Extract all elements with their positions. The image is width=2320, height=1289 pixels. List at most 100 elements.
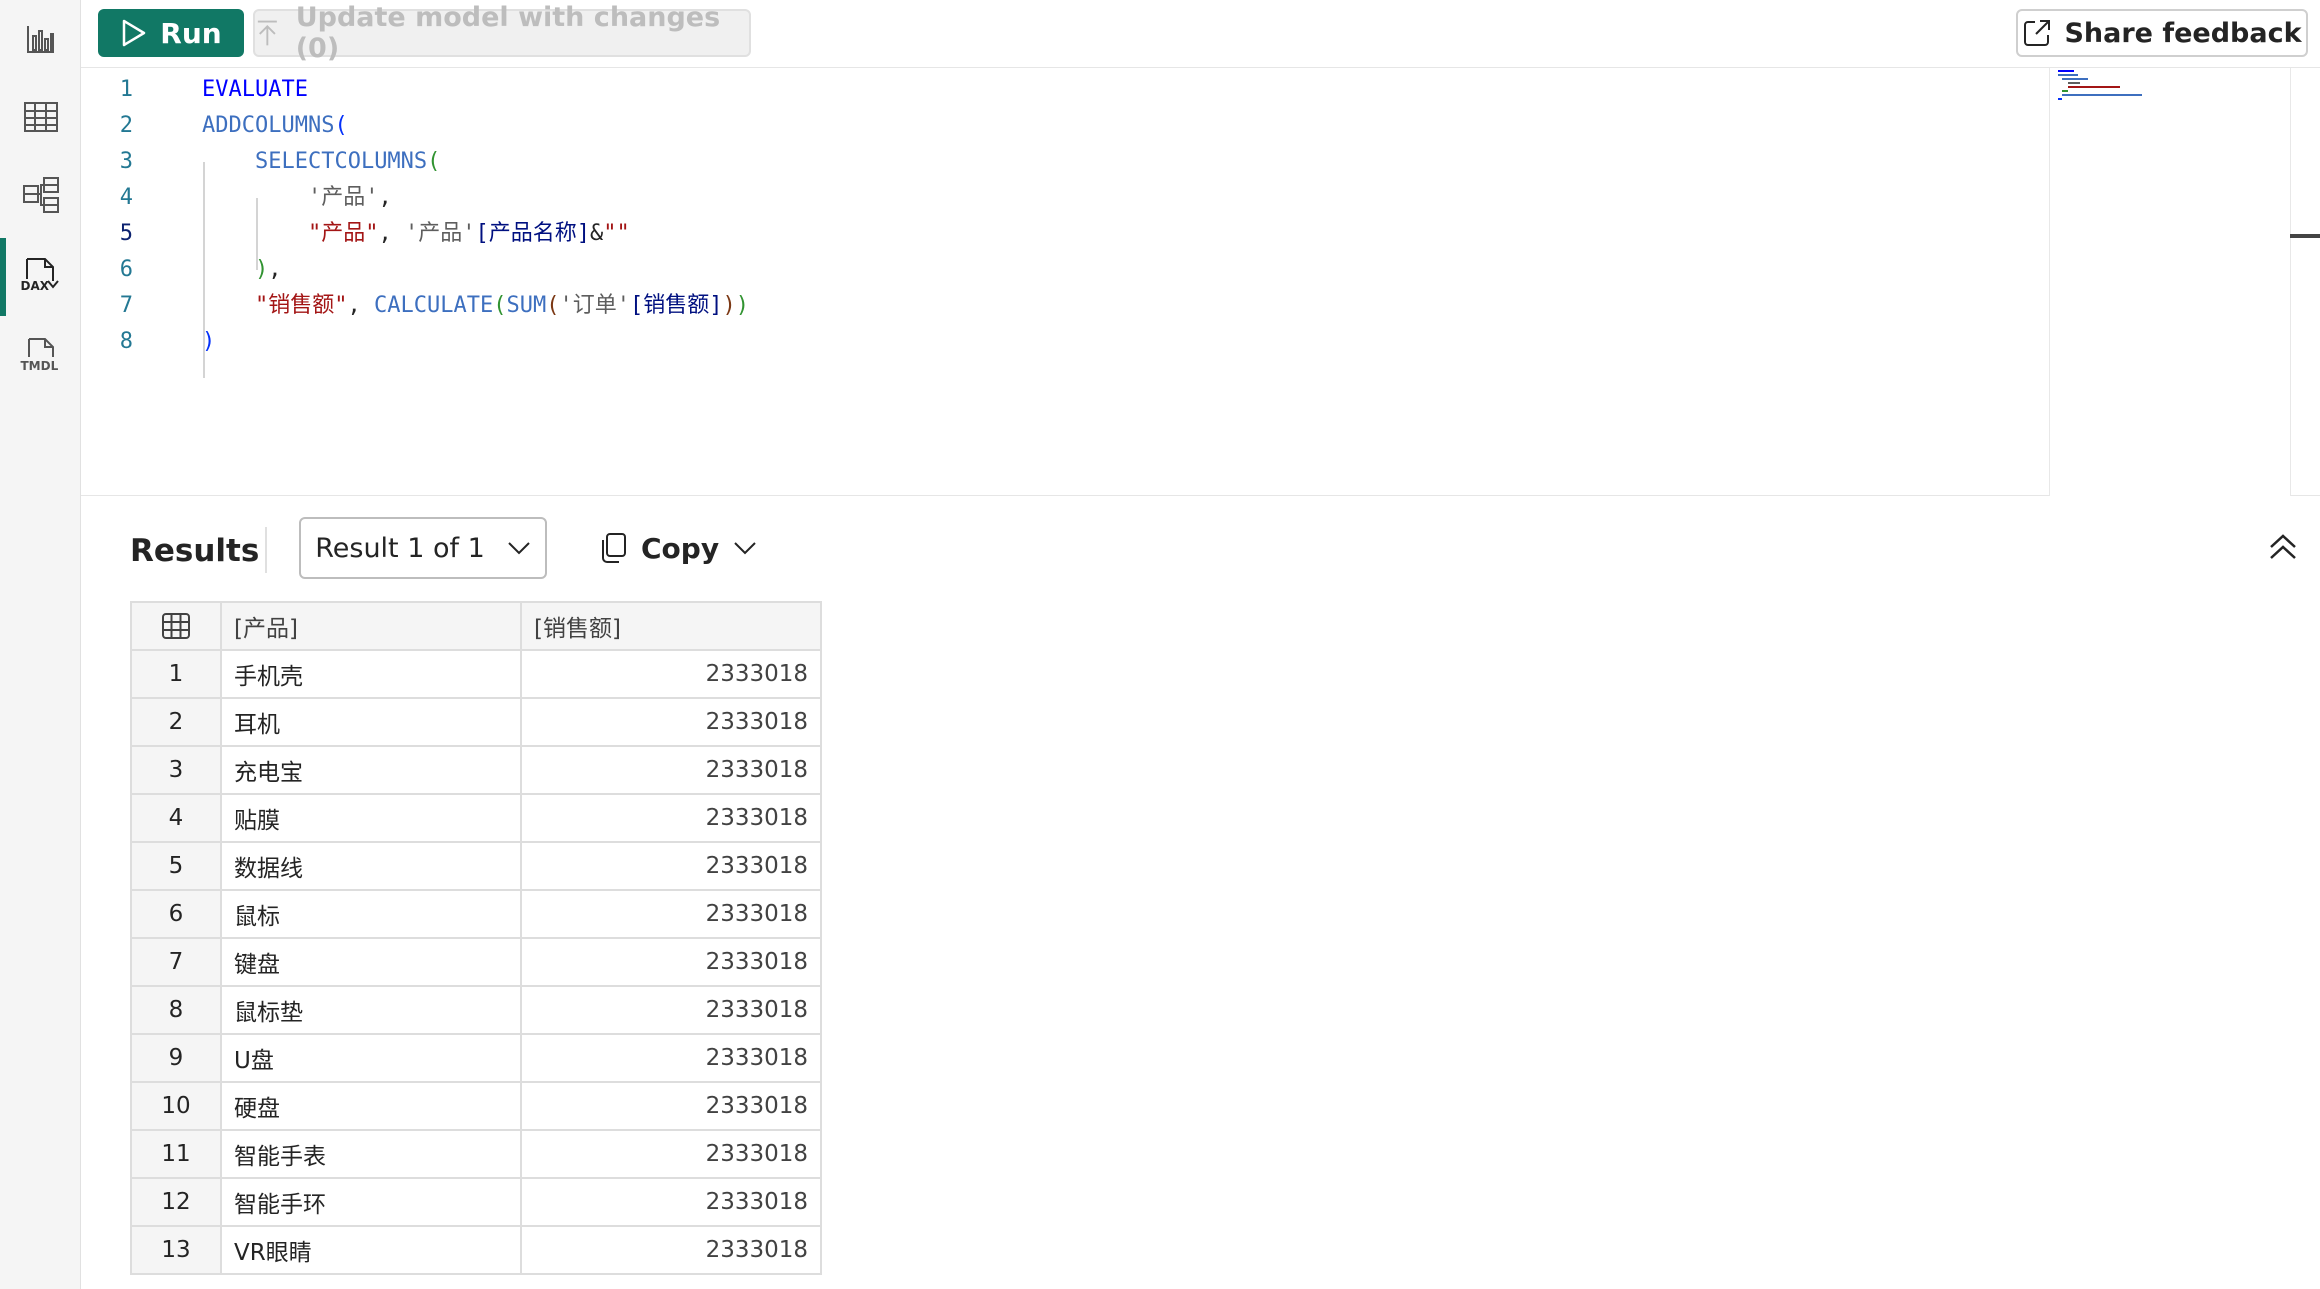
sales-cell[interactable]: 2333018: [520, 1225, 822, 1275]
column-header-sales[interactable]: [销售额]: [520, 601, 822, 651]
code-line[interactable]: 8): [81, 324, 1981, 360]
scroll-position-marker: [2290, 234, 2320, 238]
table-row: 4 贴膜 2333018: [130, 793, 822, 843]
code-token: "": [603, 221, 630, 246]
row-number-cell[interactable]: 4: [130, 793, 222, 843]
row-number-cell[interactable]: 5: [130, 841, 222, 891]
row-number-cell[interactable]: 10: [130, 1081, 222, 1131]
minimap-line: [2062, 90, 2068, 92]
results-pane: Results Result 1 of 1 Copy [产品] [销售额] 1 …: [81, 497, 2320, 1289]
code-line[interactable]: 6 ),: [81, 252, 1981, 288]
sales-cell[interactable]: 2333018: [520, 1129, 822, 1179]
code-line[interactable]: 4 '产品',: [81, 180, 1981, 216]
table-row: 6 鼠标 2333018: [130, 889, 822, 939]
report-view-icon: [26, 26, 54, 53]
code-token: EVALUATE: [202, 77, 308, 102]
code-line[interactable]: 7 "销售额", CALCULATE(SUM('订单'[销售额])): [81, 288, 1981, 324]
table-row: 2 耳机 2333018: [130, 697, 822, 747]
product-cell[interactable]: 鼠标垫: [220, 985, 522, 1035]
product-cell[interactable]: 硬盘: [220, 1081, 522, 1131]
table-row: 10 硬盘 2333018: [130, 1081, 822, 1131]
sales-cell[interactable]: 2333018: [520, 793, 822, 843]
sales-cell[interactable]: 2333018: [520, 937, 822, 987]
minimap-line: [2062, 78, 2088, 80]
sales-cell[interactable]: 2333018: [520, 889, 822, 939]
code-token: ADDCOLUMNS: [202, 113, 335, 138]
row-number-cell[interactable]: 11: [130, 1129, 222, 1179]
row-number-cell[interactable]: 1: [130, 649, 222, 699]
row-number-cell[interactable]: 13: [130, 1225, 222, 1275]
table-row: 12 智能手环 2333018: [130, 1177, 822, 1227]
dax-code-editor[interactable]: 1 EVALUATE 2 ADDCOLUMNS(3 SELECTCOLUMNS(4 '…: [81, 68, 2320, 496]
code-text: SELECTCOLUMNS(: [202, 144, 440, 180]
product-cell[interactable]: 鼠标: [220, 889, 522, 939]
select-all-cell[interactable]: [130, 601, 222, 651]
code-line[interactable]: 5 "产品", '产品'[产品名称]&"": [81, 216, 1981, 252]
sales-cell[interactable]: 2333018: [520, 745, 822, 795]
row-number-cell[interactable]: 9: [130, 1033, 222, 1083]
row-number-cell[interactable]: 6: [130, 889, 222, 939]
indent-guide: [256, 198, 258, 270]
table-row: 7 键盘 2333018: [130, 937, 822, 987]
tmdl-label: TMDL: [20, 359, 59, 373]
line-number: 7: [119, 293, 133, 318]
external-share-icon: [2024, 20, 2051, 46]
upload-arrow-icon: [257, 20, 277, 46]
code-token: [产品名称]: [475, 221, 590, 246]
result-selector-dropdown[interactable]: Result 1 of 1: [299, 517, 547, 579]
tmdl-view-button[interactable]: TMDL: [0, 318, 81, 396]
report-view-button[interactable]: [0, 0, 81, 78]
minimap-line: [2058, 74, 2078, 76]
copy-button[interactable]: Copy: [599, 525, 757, 571]
column-header-product[interactable]: [产品]: [220, 601, 522, 651]
code-line[interactable]: 1 EVALUATE: [81, 72, 1981, 108]
minimap-line: [2068, 86, 2120, 88]
code-token: "产品": [307, 221, 379, 246]
row-number-cell[interactable]: 12: [130, 1177, 222, 1227]
product-cell[interactable]: 充电宝: [220, 745, 522, 795]
code-line[interactable]: 2 ADDCOLUMNS(: [81, 108, 1981, 144]
minimap[interactable]: [2049, 68, 2291, 496]
code-line[interactable]: 3 SELECTCOLUMNS(: [81, 144, 1981, 180]
copy-label: Copy: [641, 531, 720, 565]
code-token: ,: [378, 221, 405, 246]
sales-cell[interactable]: 2333018: [520, 1033, 822, 1083]
model-view-button[interactable]: [0, 156, 81, 234]
product-cell[interactable]: U盘: [220, 1033, 522, 1083]
table-row: 11 智能手表 2333018: [130, 1129, 822, 1179]
product-cell[interactable]: 贴膜: [220, 793, 522, 843]
product-cell[interactable]: 数据线: [220, 841, 522, 891]
row-number-cell[interactable]: 3: [130, 745, 222, 795]
line-number: 4: [119, 185, 133, 210]
product-cell[interactable]: 耳机: [220, 697, 522, 747]
sales-cell[interactable]: 2333018: [520, 697, 822, 747]
row-number-cell[interactable]: 8: [130, 985, 222, 1035]
update-model-button[interactable]: Update model with changes (0): [253, 2, 751, 64]
sales-cell[interactable]: 2333018: [520, 1177, 822, 1227]
code-token: (: [546, 293, 560, 318]
row-number-cell[interactable]: 2: [130, 697, 222, 747]
share-feedback-label: Share feedback: [2064, 17, 2302, 49]
results-title: Results: [130, 533, 260, 569]
sales-cell[interactable]: 2333018: [520, 1081, 822, 1131]
product-cell[interactable]: 智能手环: [220, 1177, 522, 1227]
table-view-button[interactable]: [0, 78, 81, 156]
product-cell[interactable]: 键盘: [220, 937, 522, 987]
run-button[interactable]: Run: [98, 9, 244, 57]
sales-cell[interactable]: 2333018: [520, 649, 822, 699]
product-cell[interactable]: VR眼睛: [220, 1225, 522, 1275]
product-cell[interactable]: 手机壳: [220, 649, 522, 699]
row-number-cell[interactable]: 7: [130, 937, 222, 987]
divider: [265, 527, 267, 573]
product-cell[interactable]: 智能手表: [220, 1129, 522, 1179]
sales-cell[interactable]: 2333018: [520, 841, 822, 891]
dax-query-view-button[interactable]: DAX: [0, 238, 81, 316]
play-icon: [123, 19, 146, 47]
sales-cell[interactable]: 2333018: [520, 985, 822, 1035]
collapse-results-button[interactable]: [2268, 533, 2298, 565]
share-feedback-button[interactable]: Share feedback: [2016, 9, 2308, 57]
